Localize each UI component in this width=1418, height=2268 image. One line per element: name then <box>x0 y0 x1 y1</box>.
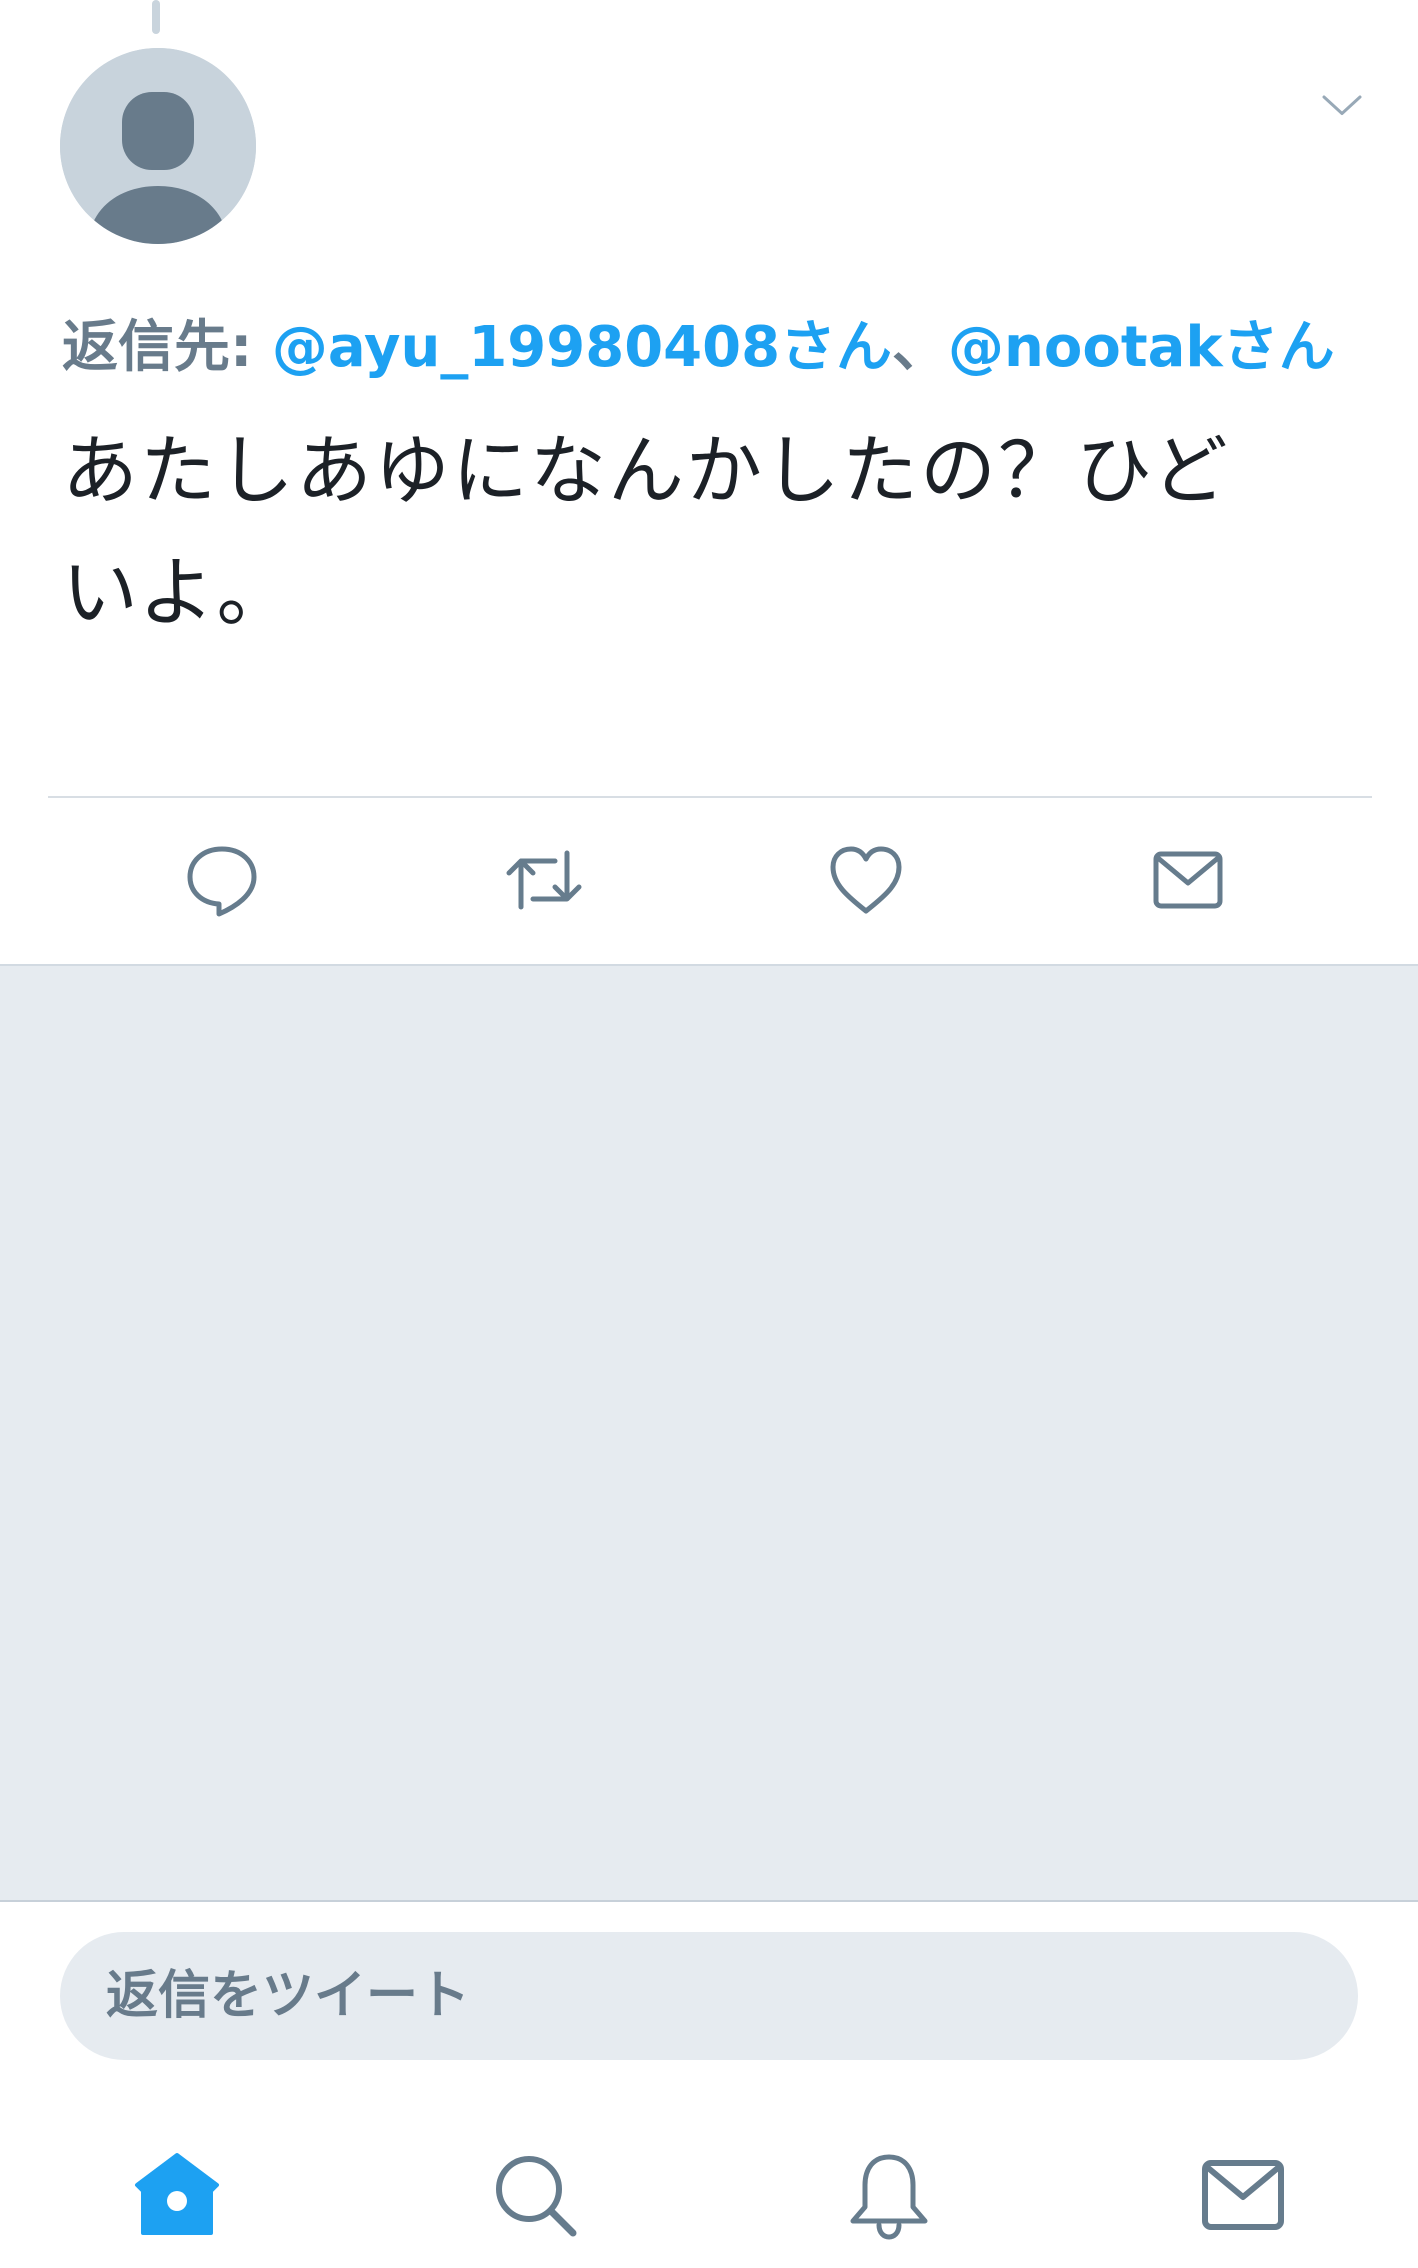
messages-icon <box>1202 2160 1284 2230</box>
tab-notifications[interactable] <box>834 2140 944 2250</box>
action-divider <box>48 796 1372 798</box>
direct-message-icon <box>1153 851 1223 909</box>
thread-connector-line <box>152 0 160 34</box>
tab-messages[interactable] <box>1188 2140 1298 2250</box>
avatar[interactable] <box>60 48 256 244</box>
bottom-tab-bar <box>0 2120 1418 2260</box>
mention-link-ayu[interactable]: @ayu_19980408さん <box>272 315 892 380</box>
tweet-actions <box>0 830 1418 930</box>
reply-prefix: 返信先: <box>62 315 272 380</box>
tab-home[interactable] <box>122 2140 232 2250</box>
empty-replies-area <box>0 964 1418 1902</box>
tab-search[interactable] <box>480 2140 590 2250</box>
mention-separator: 、 <box>892 315 949 380</box>
direct-message-button[interactable] <box>1138 830 1238 930</box>
like-icon <box>830 846 902 914</box>
default-profile-icon <box>60 48 256 244</box>
tweet-text: あたしあゆになんかしたの？ひど いよ。 <box>62 410 1342 654</box>
retweet-icon <box>506 850 582 910</box>
notifications-icon <box>850 2154 928 2240</box>
home-icon <box>135 2153 219 2235</box>
retweet-button[interactable] <box>494 830 594 930</box>
reply-context: 返信先: @ayu_19980408さん、@nootakさん <box>62 312 1362 384</box>
reply-input[interactable]: 返信をツイート <box>60 1932 1358 2060</box>
mention-link-nootak[interactable]: @nootakさん <box>948 315 1335 380</box>
tweet-text-line: いよ。 <box>62 548 295 637</box>
search-icon <box>496 2156 577 2237</box>
like-button[interactable] <box>816 830 916 930</box>
reply-icon <box>187 846 257 917</box>
tweet-text-line: あたしあゆになんかしたの？ひど <box>62 426 1230 515</box>
reply-input-placeholder: 返信をツイート <box>106 1966 471 2026</box>
tweet-options-button[interactable] <box>1314 86 1370 126</box>
chevron-down-icon <box>1322 95 1362 115</box>
reply-button[interactable] <box>172 830 272 930</box>
